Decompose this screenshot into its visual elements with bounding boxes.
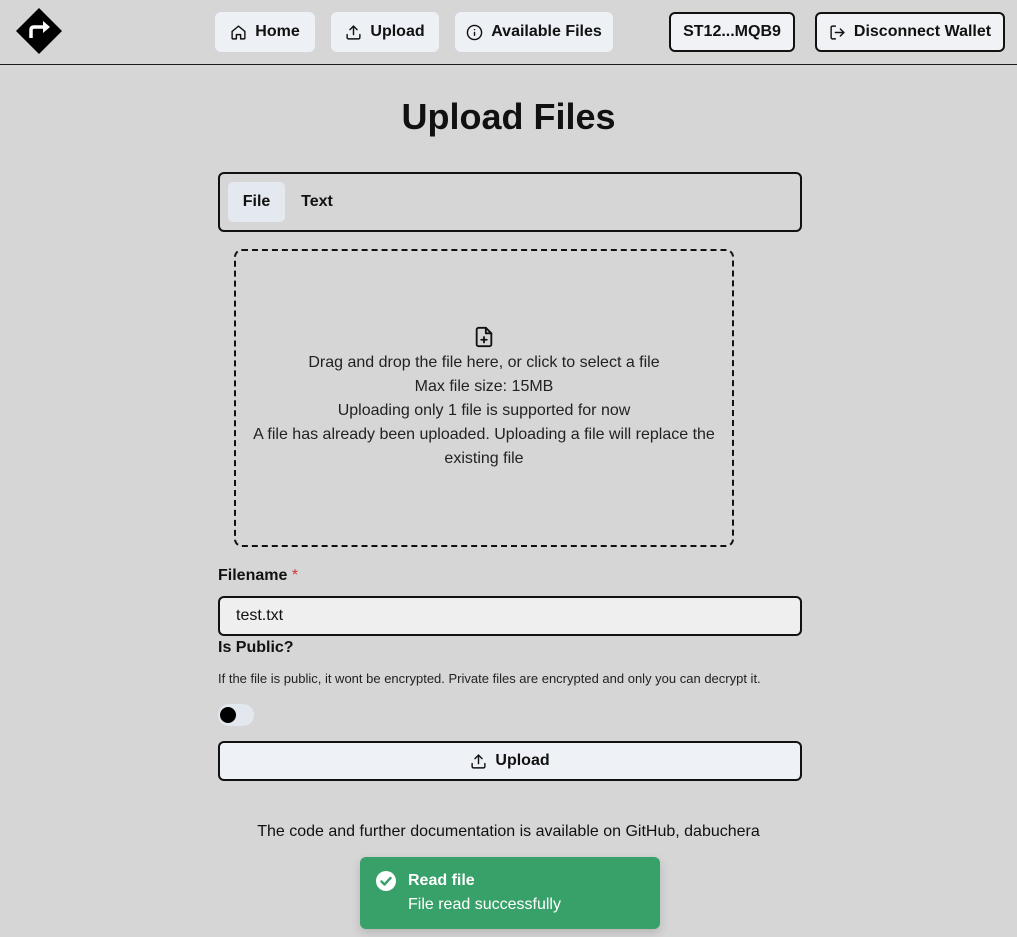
required-indicator: * [291,567,299,584]
dropzone-instructions: Drag and drop the file here, or click to… [308,354,660,371]
tab-file[interactable]: File [228,182,285,222]
is-public-label: Is Public? [218,639,294,656]
filename-input[interactable] [218,596,802,636]
page-title: Upload Files [401,96,616,137]
nav-home-button[interactable]: Home [215,12,315,52]
logout-icon [830,24,845,40]
toast-title: Read file [408,872,475,889]
nav-available-files-label: Available Files [491,23,602,40]
wallet-address: ST12...MQB9 [683,23,781,40]
upload-submit-button[interactable]: Upload [218,741,802,781]
filename-label-text: Filename [218,567,288,584]
upload-icon [346,24,361,40]
toggle-knob [220,707,236,723]
is-public-help-text: If the file is public, it wont be encryp… [218,671,761,686]
dropzone-max-size: Max file size: 15MB [414,378,554,395]
check-circle-icon [376,871,396,891]
dropzone-replace-warning: A file has already been uploaded. Upload… [253,426,715,467]
nav-home-label: Home [255,23,300,40]
disconnect-wallet-label: Disconnect Wallet [853,23,992,40]
nav-upload-button[interactable]: Upload [331,12,439,52]
upload-type-tabs: File Text [218,172,802,232]
logo-icon[interactable] [16,8,62,54]
dropzone-single-file-note: Uploading only 1 file is supported for n… [337,402,631,419]
toast-description: File read successfully [408,896,561,913]
filename-label: Filename * [218,567,298,585]
nav-upload-label: Upload [370,23,425,40]
disconnect-wallet-button[interactable]: Disconnect Wallet [815,12,1005,52]
header: Home Upload Available Files ST12...MQB9 … [0,0,1017,65]
nav-available-files-button[interactable]: Available Files [455,12,613,52]
upload-submit-label: Upload [495,752,550,769]
tab-text[interactable]: Text [289,182,345,222]
is-public-toggle[interactable] [218,704,254,726]
home-icon [231,24,246,40]
info-icon [466,24,483,40]
file-dropzone[interactable]: Drag and drop the file here, or click to… [234,249,734,547]
footer-text: The code and further documentation is av… [257,823,760,840]
upload-icon [471,753,486,769]
file-plus-icon [475,326,493,348]
wallet-address-button[interactable]: ST12...MQB9 [669,12,795,52]
toast-notification: Read file File read successfully [360,857,660,929]
